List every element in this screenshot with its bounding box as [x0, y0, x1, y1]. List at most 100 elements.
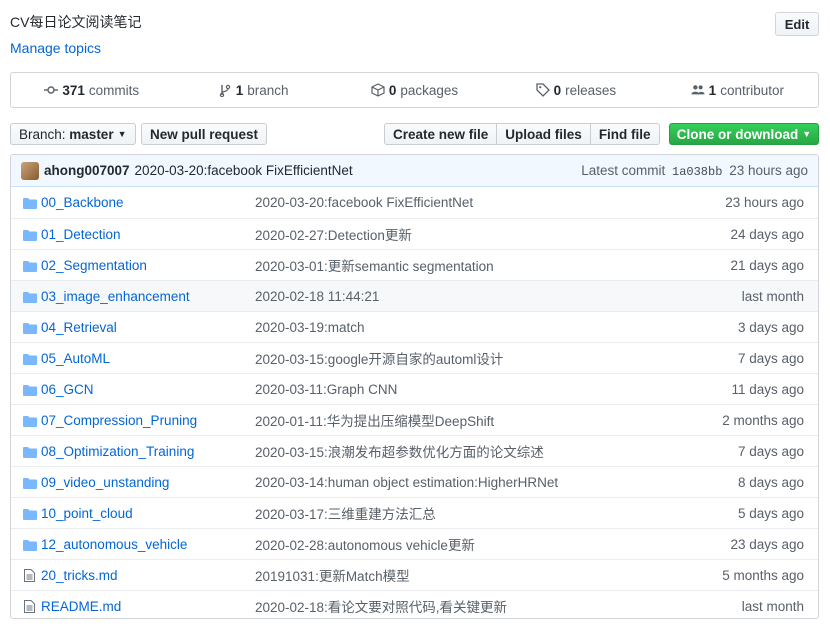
folder-icon: [23, 384, 37, 396]
packages-count: 0: [388, 82, 397, 98]
file-name-link[interactable]: 00_Backbone: [41, 195, 124, 210]
folder-icon: [23, 508, 37, 520]
file-row[interactable]: 07_Compression_Pruning 2020-01-11:华为提出压缩模…: [11, 404, 818, 435]
file-row[interactable]: 10_point_cloud 2020-03-17:三维重建方法汇总 5 days …: [11, 497, 818, 528]
branch-prefix: Branch:: [19, 126, 66, 142]
people-icon: [691, 85, 705, 95]
file-commit-age: 7 days ago: [737, 443, 804, 459]
folder-icon: [23, 539, 37, 551]
contributor-count: 1: [708, 82, 717, 98]
file-name-link[interactable]: 05_AutoML: [41, 351, 110, 366]
avatar[interactable]: [21, 161, 39, 180]
file-commit-message[interactable]: 2020-03-19:match: [255, 320, 365, 335]
folder-icon: [23, 446, 37, 458]
file-commit-message[interactable]: 2020-03-17:三维重建方法汇总: [255, 503, 436, 523]
caret-down-icon: ▼: [117, 129, 127, 139]
file-name-link[interactable]: 10_point_cloud: [41, 506, 133, 521]
branch-label: branch: [247, 82, 289, 98]
clone-label: Clone or download: [676, 126, 799, 142]
file-name-link[interactable]: 07_Compression_Pruning: [41, 413, 197, 428]
folder-icon: [23, 322, 37, 334]
file-row[interactable]: 06_GCN 2020-03-11:Graph CNN 11 days ago: [11, 373, 818, 404]
folder-icon: [23, 353, 37, 365]
folder-icon: [23, 197, 37, 209]
file-commit-age: 24 days ago: [730, 226, 804, 242]
file-name-link[interactable]: 09_video_unstanding: [41, 475, 169, 490]
file-row[interactable]: 02_Segmentation 2020-03-01:更新semantic seg…: [11, 249, 818, 280]
file-commit-message[interactable]: 2020-03-15:浪潮发布超参数优化方面的论文综述: [255, 441, 544, 461]
file-commit-message[interactable]: 2020-02-18:看论文要对照代码,看关键更新: [255, 596, 507, 616]
file-row[interactable]: 05_AutoML 2020-03-15:google开源自家的automl设计 7…: [11, 342, 818, 373]
upload-files-button[interactable]: Upload files: [496, 123, 591, 145]
edit-button[interactable]: Edit: [775, 12, 819, 36]
branch-link[interactable]: 1 branch: [172, 83, 333, 98]
file-name-link[interactable]: 04_Retrieval: [41, 320, 117, 335]
file-commit-message[interactable]: 2020-03-14:human object estimation:Highe…: [255, 475, 558, 490]
latest-commit-info: Latest commit 1a038bb 23 hours ago: [581, 163, 808, 179]
contributors-link[interactable]: 1 contributor: [657, 83, 818, 98]
file-row[interactable]: 12_autonomous_vehicle 2020-02-28:autonomo…: [11, 528, 818, 559]
file-row[interactable]: 08_Optimization_Training 2020-03-15:浪潮发布超…: [11, 435, 818, 466]
find-file-button[interactable]: Find file: [589, 123, 660, 145]
repo-description: CV每日论文阅读笔记: [10, 14, 142, 30]
commit-age: 23 hours ago: [729, 162, 808, 178]
file-commit-message[interactable]: 20191031:更新Match模型: [255, 565, 410, 585]
branch-icon: [219, 84, 230, 97]
folder-icon: [23, 415, 37, 427]
file-name-link[interactable]: 06_GCN: [41, 382, 94, 397]
file-icon: [24, 600, 38, 613]
file-row[interactable]: 09_video_unstanding 2020-03-14:human obje…: [11, 466, 818, 497]
file-commit-age: 2 months ago: [722, 412, 804, 428]
create-new-file-button[interactable]: Create new file: [384, 123, 498, 145]
commit-message[interactable]: 2020-03-20:facebook FixEfficientNet: [135, 163, 353, 178]
file-commit-age: 8 days ago: [737, 474, 804, 490]
file-commit-message[interactable]: 2020-03-20:facebook FixEfficientNet: [255, 195, 473, 210]
file-name-link[interactable]: README.md: [41, 599, 121, 614]
latest-commit-label: Latest commit: [581, 162, 666, 178]
packages-label: packages: [400, 82, 459, 98]
file-commit-message[interactable]: 2020-02-27:Detection更新: [255, 224, 412, 244]
file-row[interactable]: 03_image_enhancement 2020-02-18 11:44:21 l…: [11, 280, 818, 311]
commits-count: 371: [62, 82, 85, 98]
repo-summary-bar: 371 commits 1 branch 0 packages 0 releas…: [10, 72, 819, 108]
file-commit-age: 23 days ago: [730, 536, 804, 552]
commit-author[interactable]: ahong007007: [44, 163, 130, 178]
file-browser: ahong007007 2020-03-20:facebook FixEffic…: [10, 154, 819, 619]
file-name-link[interactable]: 12_autonomous_vehicle: [41, 537, 187, 552]
branch-select-button[interactable]: Branch: master ▼: [10, 123, 136, 145]
file-name-link[interactable]: 20_tricks.md: [41, 568, 118, 583]
file-commit-message[interactable]: 2020-03-15:google开源自家的automl设计: [255, 348, 503, 368]
packages-link[interactable]: 0 packages: [334, 83, 495, 98]
file-commit-age: last month: [741, 598, 804, 614]
file-commit-message[interactable]: 2020-02-18 11:44:21: [255, 289, 379, 304]
file-commit-message[interactable]: 2020-01-11:华为提出压缩模型DeepShift: [255, 410, 494, 430]
branch-name: master: [69, 126, 114, 142]
file-name-link[interactable]: 02_Segmentation: [41, 258, 147, 273]
file-name-link[interactable]: 08_Optimization_Training: [41, 444, 194, 459]
releases-count: 0: [553, 82, 562, 98]
commit-sha[interactable]: 1a038bb: [672, 165, 722, 179]
file-row[interactable]: README.md 2020-02-18:看论文要对照代码,看关键更新 last m…: [11, 590, 818, 618]
package-icon: [371, 83, 385, 97]
file-commit-message[interactable]: 2020-02-28:autonomous vehicle更新: [255, 534, 475, 554]
file-commit-age: 3 days ago: [737, 319, 804, 335]
folder-icon: [23, 291, 37, 303]
file-row[interactable]: 04_Retrieval 2020-03-19:match 3 days ago: [11, 311, 818, 342]
file-row[interactable]: 00_Backbone 2020-03-20:facebook FixEffici…: [11, 187, 818, 218]
file-name-link[interactable]: 01_Detection: [41, 227, 121, 242]
folder-icon: [23, 229, 37, 241]
new-pull-request-button[interactable]: New pull request: [141, 123, 268, 145]
commits-link[interactable]: 371 commits: [11, 83, 172, 98]
file-commit-age: 7 days ago: [737, 350, 804, 366]
releases-link[interactable]: 0 releases: [495, 83, 656, 98]
folder-icon: [23, 260, 37, 272]
file-row[interactable]: 20_tricks.md 20191031:更新Match模型 5 months a…: [11, 559, 818, 590]
file-name-link[interactable]: 03_image_enhancement: [41, 289, 190, 304]
file-commit-message[interactable]: 2020-03-11:Graph CNN: [255, 382, 397, 397]
manage-topics-link[interactable]: Manage topics: [10, 40, 101, 56]
file-commit-age: 11 days ago: [731, 381, 804, 397]
file-icon: [24, 569, 38, 582]
clone-or-download-button[interactable]: Clone or download ▼: [669, 123, 819, 145]
file-row[interactable]: 01_Detection 2020-02-27:Detection更新 24 day…: [11, 218, 818, 249]
file-commit-message[interactable]: 2020-03-01:更新semantic segmentation: [255, 255, 494, 275]
